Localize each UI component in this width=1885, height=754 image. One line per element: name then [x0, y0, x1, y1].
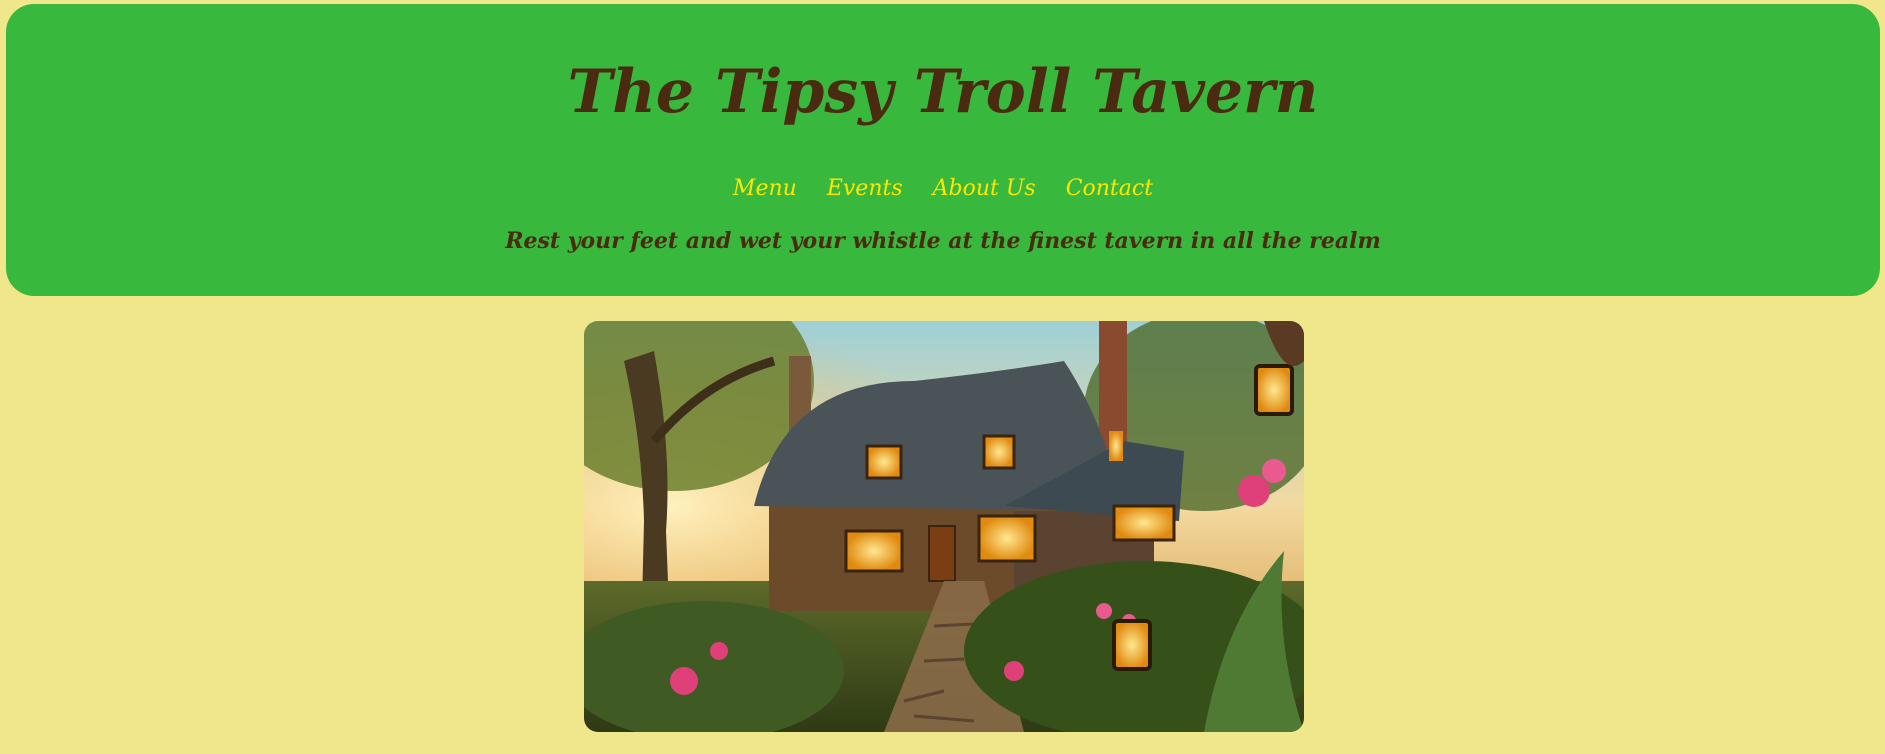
nav-item-menu[interactable]: Menu	[733, 176, 797, 201]
hero-image	[584, 321, 1304, 732]
site-tagline: Rest your feet and wet your whistle at t…	[505, 228, 1381, 254]
main-nav: Menu Events About Us Contact	[6, 176, 1880, 201]
site-header: The Tipsy Troll Tavern Menu Events About…	[6, 4, 1880, 296]
tavern-cottage-illustration	[584, 321, 1304, 732]
site-title: The Tipsy Troll Tavern	[567, 57, 1319, 127]
nav-item-about-us[interactable]: About Us	[933, 176, 1036, 201]
nav-item-contact[interactable]: Contact	[1066, 176, 1153, 201]
nav-item-events[interactable]: Events	[827, 176, 903, 201]
